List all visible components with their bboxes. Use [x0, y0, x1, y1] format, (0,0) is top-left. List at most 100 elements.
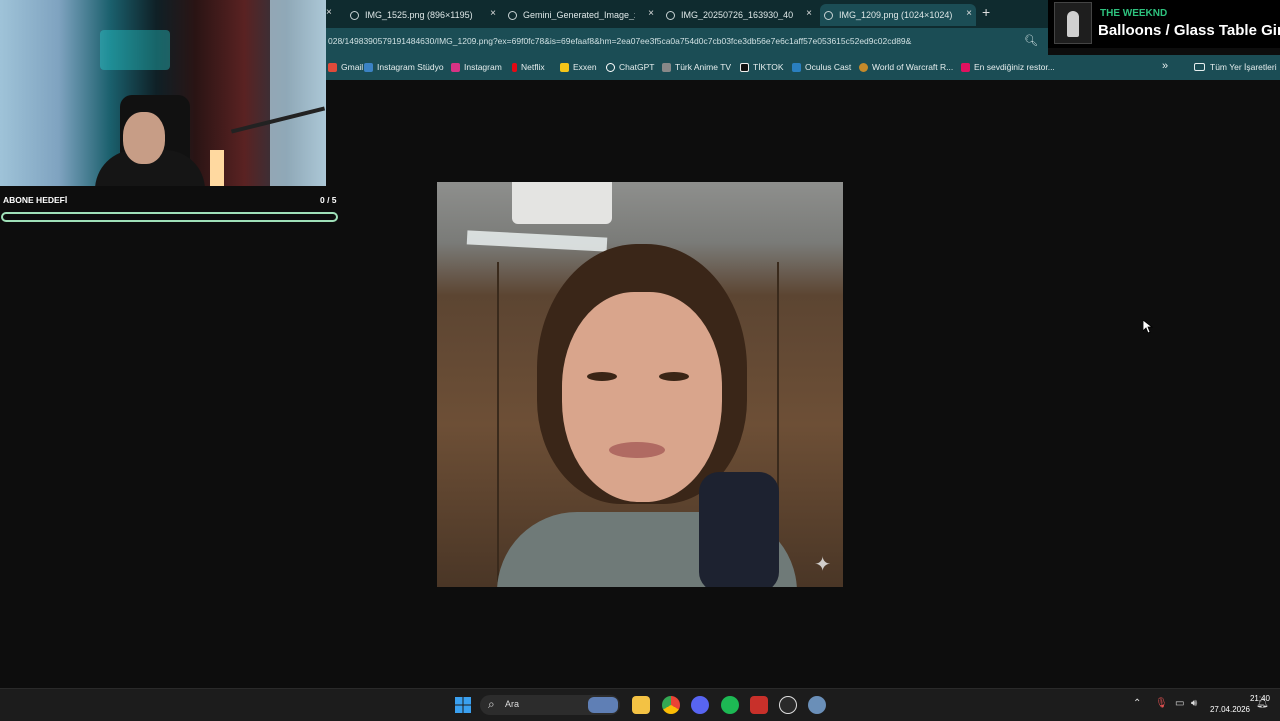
webcam-window	[270, 0, 326, 186]
instagram-icon	[451, 62, 460, 72]
bookmarks-overflow-button[interactable]: »	[1162, 60, 1168, 72]
subscriber-goal-progress-bar	[1, 212, 338, 222]
bookmark-gmail[interactable]: Gmail	[328, 62, 363, 72]
volume-icon[interactable]: 🔊︎	[1191, 698, 1197, 709]
gmail-icon	[328, 62, 337, 72]
globe-icon	[350, 10, 359, 20]
photo-eye-left	[587, 372, 617, 381]
bookmark-oculus-cast[interactable]: Oculus Cast	[792, 62, 851, 72]
settings-gear-icon[interactable]	[808, 696, 826, 714]
tab-img-1525[interactable]: IMG_1525.png (896×1195) ×	[346, 4, 500, 26]
bookmark-label: Tüm Yer İşaretleri	[1210, 62, 1277, 72]
tab-close-icon[interactable]: ×	[806, 8, 812, 19]
bookmark-label: Exxen	[573, 62, 597, 72]
new-tab-button[interactable]: +	[982, 4, 990, 20]
bookmark-label: TİKTOK	[753, 62, 784, 72]
microphone-icon[interactable]: 🎙︎	[1155, 698, 1168, 709]
bookmark-instagram[interactable]: Instagram	[451, 62, 502, 72]
sparkle-icon: ✦	[814, 554, 831, 576]
chevron-up-icon[interactable]: ⌃	[1133, 698, 1141, 709]
browser-tab-bar: × IMG_1525.png (896×1195) × Gemini_Gener…	[326, 0, 1048, 28]
url-text[interactable]: 028/1498390579191484630/IMG_1209.png?ex=…	[328, 36, 911, 46]
network-icon[interactable]: ▭	[1175, 698, 1184, 709]
chatgpt-icon	[606, 62, 615, 72]
turk-anime-icon	[662, 62, 671, 72]
discord-icon[interactable]	[691, 696, 709, 714]
viewed-image: ✦	[437, 182, 843, 587]
tab-close-icon[interactable]: ×	[966, 8, 972, 19]
chrome-icon[interactable]	[662, 696, 680, 714]
search-icon: ⌕	[488, 697, 495, 711]
tab-title: IMG_20250726_163930_400.we	[681, 10, 793, 20]
tab-title: IMG_1525.png (896×1195)	[365, 10, 473, 20]
clock-date[interactable]: 27.04.2026	[1206, 705, 1250, 714]
bookmarks-bar: Gmail Instagram Stüdyo Instagram Netflix…	[326, 55, 1280, 80]
search-placeholder: Ara	[505, 699, 520, 709]
tiktok-icon	[740, 62, 749, 72]
webcam-overlay	[0, 0, 326, 186]
address-bar[interactable]: 028/1498390579191484630/IMG_1209.png?ex=…	[326, 28, 1048, 55]
bookmark-label: Instagram Stüdyo	[377, 62, 444, 72]
subscriber-goal-count: 0 / 5	[320, 195, 337, 205]
oculus-icon	[792, 62, 801, 72]
yemeksepeti-icon	[961, 62, 970, 72]
chevron-double-right-icon: »	[1162, 60, 1169, 72]
now-playing-artist: THE WEEKND	[1100, 8, 1168, 19]
bookmark-exxen[interactable]: Exxen	[560, 62, 597, 72]
tab-close-icon[interactable]: ×	[326, 7, 332, 18]
globe-icon	[666, 10, 675, 20]
exxen-icon	[560, 62, 569, 72]
now-playing-overlay: THE WEEKND Balloons / Glass Table Gir	[1048, 0, 1280, 48]
tab-title: IMG_1209.png (1024×1024)	[839, 10, 953, 20]
tab-img-1209[interactable]: IMG_1209.png (1024×1024) ×	[820, 4, 976, 26]
notification-bell-icon[interactable]: 🔔︎	[1256, 698, 1269, 709]
all-bookmarks-folder[interactable]: Tüm Yer İşaretleri	[1194, 62, 1277, 72]
tab-img-20250726[interactable]: IMG_20250726_163930_400.we ×	[662, 4, 816, 26]
bookmark-label: Instagram	[464, 62, 502, 72]
bookmark-tiktok[interactable]: TİKTOK	[740, 62, 784, 72]
bookmark-label: Oculus Cast	[805, 62, 852, 72]
obs-icon[interactable]	[779, 696, 797, 714]
photo-face	[562, 292, 722, 502]
bookmark-world-of-warcraft[interactable]: World of Warcraft R...	[859, 62, 953, 72]
bookmark-label: En sevdiğiniz restor...	[974, 62, 1055, 72]
webcam-person-head	[123, 112, 165, 164]
windows-start-icon[interactable]	[454, 696, 472, 714]
subscriber-goal-label: ABONE HEDEFİ	[3, 195, 68, 205]
photo-air-conditioner	[512, 182, 612, 224]
photo-ceiling-light	[466, 230, 608, 252]
tab-close-icon[interactable]: ×	[648, 8, 654, 19]
now-playing-title: Balloons / Glass Table Gir	[1098, 22, 1280, 39]
bookmark-chatgpt[interactable]: ChatGPT	[606, 62, 654, 72]
tab-gemini-image[interactable]: Gemini_Generated_Image_x7fo ×	[504, 4, 658, 26]
photo-lips	[609, 442, 665, 458]
voicemod-icon[interactable]	[750, 696, 768, 714]
taskbar-search-box[interactable]: ⌕ Ara	[480, 695, 620, 715]
bookmark-label: Netflix	[521, 62, 545, 72]
warcraft-icon	[859, 62, 868, 72]
zoom-icon[interactable]: 🔍︎	[1024, 34, 1038, 47]
search-highlight-icon	[588, 697, 618, 713]
netflix-icon	[512, 62, 517, 72]
bookmark-label: ChatGPT	[619, 62, 655, 72]
bookmark-label: Gmail	[341, 62, 364, 72]
album-art	[1054, 2, 1092, 44]
bookmark-label: World of Warcraft R...	[872, 62, 954, 72]
bookmark-label: Türk Anime TV	[675, 62, 732, 72]
globe-icon	[824, 10, 833, 20]
album-art-figure	[1067, 11, 1079, 37]
bookmark-netflix[interactable]: Netflix	[512, 62, 545, 72]
bookmark-turk-anime-tv[interactable]: Türk Anime TV	[662, 62, 731, 72]
bookmark-restaurant[interactable]: En sevdiğiniz restor...	[961, 62, 1055, 72]
photo-locker-seam	[497, 262, 499, 582]
globe-icon	[508, 10, 517, 20]
file-explorer-icon[interactable]	[632, 696, 650, 714]
bookmark-instagram-studio[interactable]: Instagram Stüdyo	[364, 62, 444, 72]
tab-close-icon[interactable]: ×	[490, 8, 496, 19]
instagram-studio-icon	[364, 62, 373, 72]
spotify-icon[interactable]	[721, 696, 739, 714]
photo-eye-right	[659, 372, 689, 381]
webcam-shelf-light	[100, 30, 170, 70]
folder-icon	[1194, 63, 1205, 71]
taskbar: ⌕ Ara	[0, 688, 1280, 721]
